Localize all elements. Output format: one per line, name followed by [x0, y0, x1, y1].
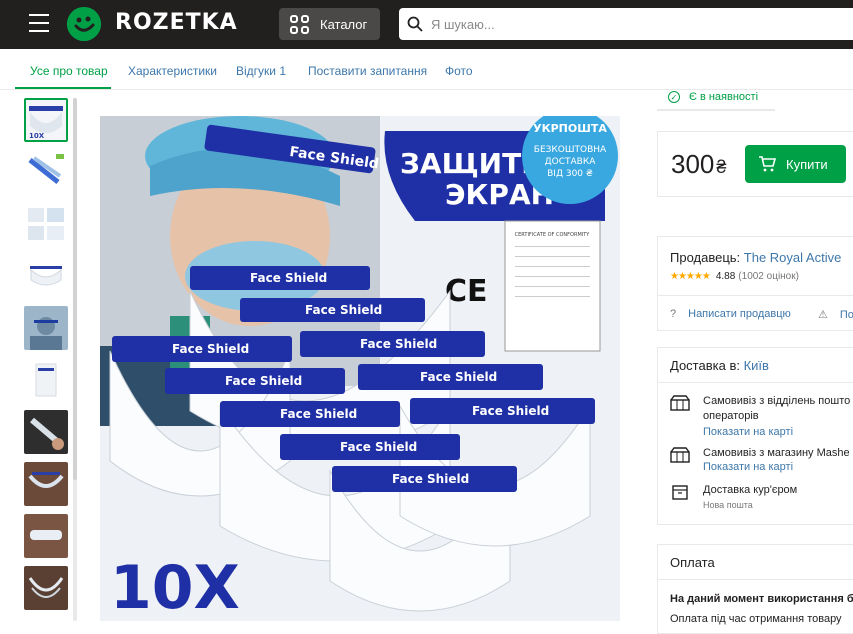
post-map-link[interactable]: Показати на карті — [703, 426, 793, 438]
payment-text: Оплата під час отримання товару — [670, 613, 842, 625]
thumbnail-9[interactable] — [24, 514, 68, 558]
svg-text:Face Shield: Face Shield — [340, 440, 417, 454]
delivery-option-post-title: Самовивіз з відділень пошто операторів — [703, 394, 850, 424]
search-input[interactable] — [431, 16, 831, 32]
svg-text:Face Shield: Face Shield — [225, 374, 302, 388]
search-icon — [407, 16, 423, 32]
tab-photos[interactable]: Фото — [445, 64, 473, 78]
catalog-label: Каталог — [320, 16, 368, 32]
store-map-link[interactable]: Показати на карті — [703, 461, 793, 473]
complaint-label: По — [839, 308, 853, 321]
thumbnail-2[interactable] — [24, 150, 68, 194]
complaint-link[interactable]: ⚠ По — [818, 308, 853, 322]
box-icon — [672, 485, 688, 500]
top-header: ROZETKA Каталог — [0, 0, 853, 49]
thumbnail-scrollbar-thumb[interactable] — [73, 98, 77, 480]
svg-text:Face Shield: Face Shield — [392, 472, 469, 486]
svg-text:Face Shield: Face Shield — [250, 271, 327, 285]
question-icon: ? — [670, 308, 677, 320]
logo-text[interactable]: ROZETKA — [115, 10, 238, 35]
write-seller-link[interactable]: ? Написати продавцю — [670, 308, 791, 320]
courier-title: Доставка кур'єром — [703, 484, 798, 496]
delivery-city-link[interactable]: Київ — [744, 358, 769, 373]
check-circle-icon: ✓ — [668, 91, 680, 103]
price-value: 300 — [671, 149, 715, 179]
shop-icon — [670, 395, 690, 411]
payment-title: Оплата — [670, 555, 715, 570]
rating-stars-icon: ★★★★★ — [670, 271, 711, 282]
search-box — [399, 8, 853, 40]
tab-characteristics[interactable]: Характеристики — [128, 64, 217, 78]
buy-button[interactable]: Купити — [745, 145, 846, 183]
post-title-line2: операторів — [703, 410, 759, 422]
seller-prefix: Продавець: — [670, 250, 741, 265]
seller-line: Продавець: The Royal Active — [670, 250, 841, 265]
thumbnail-4[interactable] — [24, 254, 68, 298]
menu-icon[interactable] — [29, 14, 49, 32]
rating-value: 4.88 — [715, 271, 736, 282]
promo-carrier: УКРПОШТА — [533, 122, 607, 135]
post-title-line1: Самовивіз з відділень пошто — [703, 395, 851, 407]
delivery-divider — [658, 382, 853, 383]
thumbnail-1[interactable]: 10X — [24, 98, 68, 142]
tab-all-about[interactable]: Усе про товар — [30, 64, 108, 78]
ce-mark: CE — [445, 274, 488, 309]
stock-text: Є в наявності — [689, 91, 759, 103]
thumbnail-scrollbar[interactable] — [73, 98, 77, 621]
rating-count: (1002 оцінок) — [738, 271, 799, 282]
shop-icon — [670, 447, 690, 463]
seller-box: Продавець: The Royal Active ★★★★★ 4.88 (… — [657, 236, 853, 331]
price-box: 300 ₴ Купити — [657, 131, 853, 197]
warning-icon: ⚠ — [818, 309, 828, 321]
stock-status: ✓ Є в наявності — [657, 85, 775, 111]
thumbnail-10[interactable] — [24, 566, 68, 610]
thumbnail-3[interactable] — [24, 202, 68, 246]
rozetka-logo-icon[interactable] — [67, 7, 101, 41]
price: 300 ₴ — [671, 149, 726, 180]
promo-line1: БЕЗКОШТОВНА — [534, 145, 607, 155]
payment-notice: На даний момент використання б — [670, 593, 853, 605]
svg-text:Face Shield: Face Shield — [420, 370, 497, 384]
catalog-button[interactable]: Каталог — [279, 8, 380, 40]
svg-text:Face Shield: Face Shield — [472, 404, 549, 418]
seller-name-link[interactable]: The Royal Active — [744, 250, 842, 265]
thumbnail-5[interactable] — [24, 306, 68, 350]
payment-divider — [658, 579, 853, 580]
store-title: Самовивіз з магазину Mashe — [703, 447, 850, 459]
active-tab-underline — [15, 87, 111, 89]
thumbnail-7[interactable] — [24, 410, 68, 454]
tab-reviews[interactable]: Відгуки 1 — [236, 64, 286, 78]
thumbnail-8[interactable] — [24, 462, 68, 506]
svg-text:Face Shield: Face Shield — [305, 303, 382, 317]
certificate-title: CERTIFICATE OF CONFORMITY — [515, 232, 591, 238]
buy-label: Купити — [786, 156, 828, 172]
seller-rating: ★★★★★ 4.88 (1002 оцінок) — [670, 271, 799, 282]
main-product-image[interactable]: Face Shield ЗАЩИТНЫЙ ЭКРАН УКРПОШТА БЕЗК… — [100, 116, 620, 621]
svg-text:Face Shield: Face Shield — [172, 342, 249, 356]
currency: ₴ — [716, 157, 727, 177]
courier-sub: Нова пошта — [703, 500, 753, 510]
write-seller-label: Написати продавцю — [688, 308, 791, 320]
seller-links: ? Написати продавцю ⚠ По — [658, 295, 853, 331]
delivery-box: Доставка в: Київ Самовивіз з відділень п… — [657, 347, 853, 525]
cart-icon — [759, 156, 776, 172]
promo-line2: ДОСТАВКА — [545, 157, 597, 167]
quantity-text: 10X — [110, 553, 240, 621]
grid-icon — [290, 14, 309, 34]
svg-text:10X: 10X — [29, 132, 45, 140]
svg-text:Face Shield: Face Shield — [360, 337, 437, 351]
thumbnail-6[interactable] — [24, 358, 68, 402]
tab-ask-question[interactable]: Поставити запитання — [308, 64, 427, 78]
delivery-prefix: Доставка в: — [670, 358, 740, 373]
promo-line3: ВІД 300 ₴ — [547, 169, 593, 179]
delivery-heading: Доставка в: Київ — [670, 358, 769, 373]
svg-text:Face Shield: Face Shield — [280, 407, 357, 421]
